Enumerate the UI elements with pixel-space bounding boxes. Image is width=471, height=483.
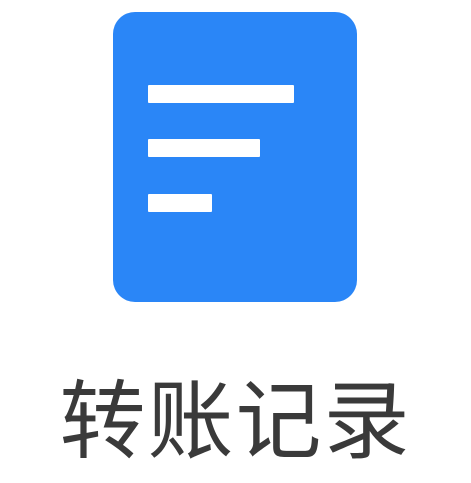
list-line-icon — [148, 85, 294, 103]
list-line-icon — [148, 139, 260, 157]
tile-label: 转账记录 — [59, 372, 412, 472]
transfer-records-tile[interactable]: 转账记录 — [0, 0, 471, 483]
document-list-icon — [113, 12, 357, 302]
list-line-icon — [148, 194, 212, 212]
